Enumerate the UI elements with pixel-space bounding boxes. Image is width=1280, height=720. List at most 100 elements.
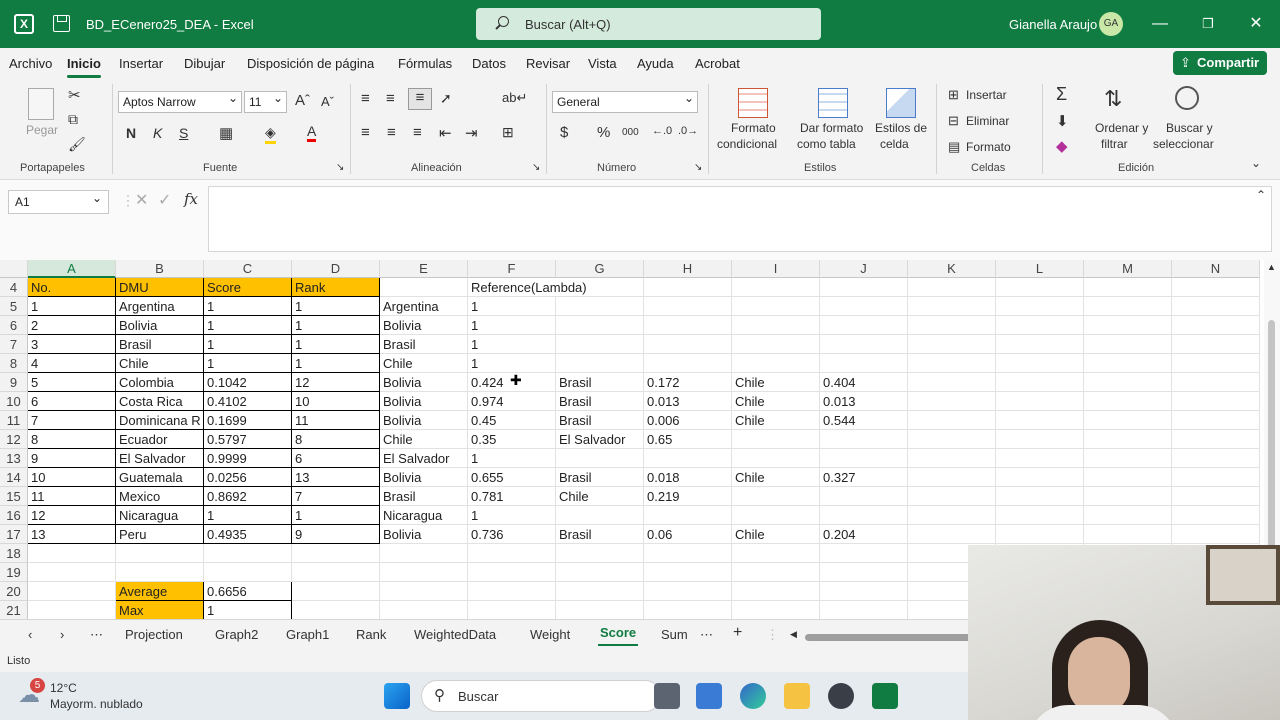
cell[interactable] [820,582,908,601]
underline-button[interactable]: S [179,125,188,141]
cell[interactable]: 0.404 [820,373,908,392]
cell[interactable] [644,563,732,582]
cell[interactable] [116,563,204,582]
cell[interactable] [1172,468,1260,487]
cell[interactable] [380,563,468,582]
search-box[interactable]: Buscar (Alt+Q) [476,8,821,40]
cell[interactable]: 0.172 [644,373,732,392]
cell[interactable]: 7 [28,411,116,430]
row-header[interactable]: 7 [0,335,28,354]
insert-cells-button[interactable]: Insertar [966,88,1007,102]
cell[interactable] [908,354,996,373]
copy-icon[interactable]: ⧉ [68,111,78,128]
scroll-up-icon[interactable]: ▲ [1267,262,1276,272]
cell[interactable]: El Salvador [380,449,468,468]
cell[interactable]: Brasil [556,411,644,430]
cell[interactable]: 0.655 [468,468,556,487]
align-center-icon[interactable]: ≡ [387,124,396,141]
column-header[interactable]: D [292,260,380,278]
row-header[interactable]: 8 [0,354,28,373]
cell[interactable] [996,487,1084,506]
cell[interactable] [908,316,996,335]
sheet-tab-score[interactable]: Score [597,625,639,646]
row-header[interactable]: 15 [0,487,28,506]
tab-revisar[interactable]: Revisar [526,56,570,71]
sheet-list-icon[interactable]: ⋯ [700,627,713,643]
cell[interactable] [1084,506,1172,525]
cell[interactable] [996,525,1084,544]
cell[interactable] [1084,316,1172,335]
cell[interactable]: Bolivia [380,525,468,544]
row-header[interactable]: 5 [0,297,28,316]
cell[interactable]: 0.006 [644,411,732,430]
cell[interactable]: Argentina [380,297,468,316]
hscroll-left-icon[interactable]: ◀ [790,629,797,640]
formula-input[interactable] [208,186,1272,252]
cell[interactable]: Bolivia [380,411,468,430]
fill-icon[interactable]: ⬇ [1056,112,1069,130]
cell[interactable] [1084,525,1172,544]
cell[interactable] [644,278,732,297]
cell[interactable] [820,297,908,316]
cell[interactable] [908,487,996,506]
find-select-label-2[interactable]: seleccionar [1153,137,1214,151]
cell[interactable] [1084,278,1172,297]
cell[interactable]: 0.018 [644,468,732,487]
insert-function-icon[interactable]: fx [184,190,198,208]
cell[interactable]: 5 [28,373,116,392]
splitter-icon[interactable]: ⋮ [766,627,779,643]
cell[interactable] [820,316,908,335]
cell[interactable]: Brasil [116,335,204,354]
format-painter-icon[interactable]: 🖌 [68,136,86,153]
cell[interactable]: Chile [380,430,468,449]
cell[interactable] [468,601,556,619]
cell[interactable] [28,582,116,601]
conditional-format-icon[interactable] [738,88,768,118]
column-header[interactable]: C [204,260,292,278]
column-header[interactable]: K [908,260,996,278]
column-header[interactable]: G [556,260,644,278]
row-header[interactable]: 17 [0,525,28,544]
cell[interactable] [732,278,820,297]
cell[interactable] [1084,430,1172,449]
cell[interactable] [996,297,1084,316]
cell[interactable] [1172,335,1260,354]
cell[interactable] [380,601,468,619]
cell[interactable] [996,430,1084,449]
cell[interactable] [732,544,820,563]
cell[interactable] [468,563,556,582]
cell[interactable] [996,506,1084,525]
column-header[interactable]: E [380,260,468,278]
align-bottom-icon[interactable]: ≡ [408,88,432,110]
cell[interactable]: 0.327 [820,468,908,487]
cell[interactable] [1172,297,1260,316]
bold-button[interactable]: N [126,125,136,141]
column-header[interactable]: H [644,260,732,278]
user-name[interactable]: Gianella Araujo [1009,17,1097,32]
delete-cells-button[interactable]: Eliminar [966,114,1009,128]
cell[interactable]: 12 [292,373,380,392]
chrome-icon[interactable] [828,683,854,709]
cell[interactable] [908,278,996,297]
font-name-select[interactable]: Aptos Narrow [118,88,242,113]
cell[interactable]: 8 [292,430,380,449]
cell[interactable]: Bolivia [116,316,204,335]
cell[interactable]: Brasil [380,335,468,354]
cell[interactable] [644,449,732,468]
cell[interactable]: Chile [116,354,204,373]
cell[interactable] [644,354,732,373]
cell[interactable]: Bolivia [380,316,468,335]
cell[interactable]: 1 [468,335,556,354]
cell[interactable]: 0.219 [644,487,732,506]
cell[interactable] [908,335,996,354]
cell[interactable]: 0.204 [820,525,908,544]
cell[interactable] [556,582,644,601]
cell[interactable] [996,449,1084,468]
add-sheet-icon[interactable]: + [733,624,742,642]
cell[interactable]: Max [116,601,204,619]
cell[interactable]: 1 [204,601,292,619]
cell[interactable]: Argentina [116,297,204,316]
cell[interactable] [820,278,908,297]
cell[interactable] [1172,525,1260,544]
percent-button[interactable]: % [597,124,610,141]
